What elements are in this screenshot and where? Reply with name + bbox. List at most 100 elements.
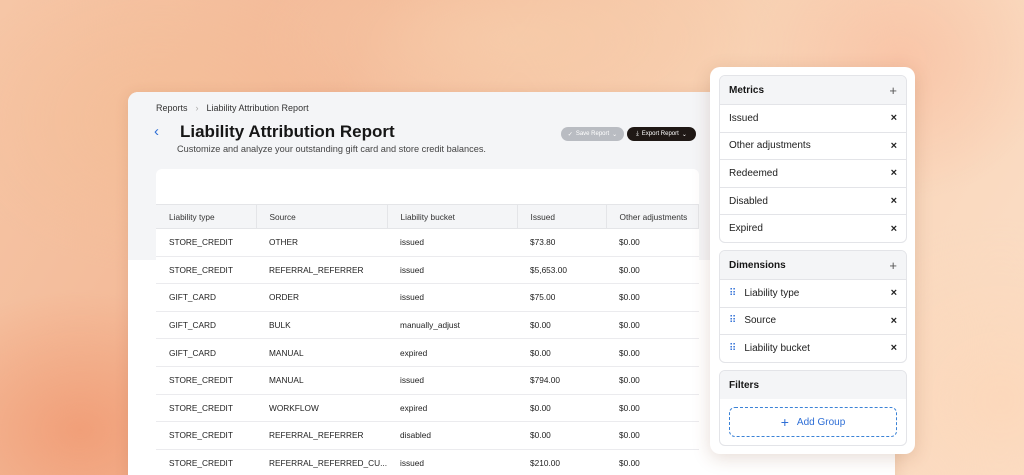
table-cell: STORE_CREDIT	[156, 421, 256, 450]
table-row[interactable]: STORE_CREDIT REFERRAL_REFERRER disabled $0.…	[156, 421, 699, 450]
plus-icon: +	[780, 414, 789, 430]
table-row[interactable]: STORE_CREDIT MANUAL issued $794.00 $0.00	[156, 366, 699, 395]
column-header[interactable]: Issued	[517, 204, 607, 229]
table-cell: $0.00	[517, 421, 607, 450]
table-row[interactable]: GIFT_CARD ORDER issued $75.00 $0.00	[156, 283, 699, 312]
table-toolbar	[156, 169, 699, 204]
close-icon[interactable]: ×	[891, 223, 897, 235]
metrics-title: Metrics	[729, 84, 765, 96]
report-settings-panel: Metrics + Issued × Other adjustments × Redee…	[710, 67, 915, 454]
table-cell: GIFT_CARD	[156, 283, 256, 312]
table-header-row: Liability type Source Liability bucket I…	[156, 204, 700, 229]
chevron-down-icon: ⌄	[612, 131, 618, 138]
close-icon[interactable]: ×	[891, 112, 897, 124]
column-header[interactable]: Source	[256, 204, 388, 229]
table-row[interactable]: GIFT_CARD BULK manually_adjust $0.00 $0.00	[156, 311, 699, 340]
table-cell: $0.00	[606, 256, 699, 285]
column-header[interactable]: Liability type	[156, 204, 257, 229]
export-report-button[interactable]: ⤓ Export Report ⌄	[627, 127, 696, 141]
table-row[interactable]: GIFT_CARD MANUAL expired $0.00 $0.00	[156, 338, 699, 367]
metric-item[interactable]: Other adjustments ×	[720, 131, 906, 160]
metric-item[interactable]: Issued ×	[720, 104, 906, 132]
dimension-label: Liability bucket	[744, 342, 810, 354]
table-cell: STORE_CREDIT	[156, 394, 256, 423]
close-icon[interactable]: ×	[891, 315, 897, 327]
dimension-item[interactable]: ⠿ Liability type ×	[720, 279, 906, 307]
table-cell: $0.00	[517, 311, 607, 340]
close-icon[interactable]: ×	[891, 342, 897, 354]
table-cell: $0.00	[606, 228, 699, 257]
table-cell: STORE_CREDIT	[156, 228, 256, 257]
plus-icon[interactable]: +	[889, 258, 897, 273]
metric-item[interactable]: Redeemed ×	[720, 159, 906, 187]
chevron-down-icon: ⌄	[681, 131, 687, 138]
table-row[interactable]: STORE_CREDIT WORKFLOW expired $0.00 $0.00	[156, 394, 699, 423]
export-report-label: Export Report	[641, 131, 679, 137]
close-icon[interactable]: ×	[891, 195, 897, 207]
add-group-label: Add Group	[796, 416, 846, 428]
breadcrumb-reports-link[interactable]: Reports	[156, 103, 188, 113]
breadcrumb-current: Liability Attribution Report	[206, 103, 309, 113]
close-icon[interactable]: ×	[891, 167, 897, 179]
table-cell: GIFT_CARD	[156, 338, 256, 367]
metric-label: Disabled	[729, 195, 768, 207]
table-cell: BULK	[256, 311, 388, 340]
breadcrumb: Reports › Liability Attribution Report	[156, 103, 309, 113]
table-cell: STORE_CREDIT	[156, 449, 256, 475]
plus-icon[interactable]: +	[889, 83, 897, 98]
metrics-header: Metrics +	[720, 76, 906, 104]
drag-handle-icon[interactable]: ⠿	[729, 315, 736, 326]
table-cell: REFERRAL_REFERRER	[256, 256, 388, 285]
dimension-item[interactable]: ⠿ Liability bucket ×	[720, 334, 906, 362]
column-header[interactable]: Liability bucket	[387, 204, 518, 229]
table-cell: $0.00	[606, 421, 699, 450]
table-cell: issued	[387, 283, 518, 312]
table-cell: WORKFLOW	[256, 394, 388, 423]
table-cell: issued	[387, 256, 518, 285]
report-table: Liability type Source Liability bucket I…	[156, 204, 700, 475]
table-cell: expired	[387, 338, 518, 367]
metrics-section: Metrics + Issued × Other adjustments × Redee…	[719, 75, 907, 243]
table-cell: $210.00	[517, 449, 607, 475]
drag-handle-icon[interactable]: ⠿	[729, 343, 736, 354]
table-cell: GIFT_CARD	[156, 311, 256, 340]
table-cell: $794.00	[517, 366, 607, 395]
add-group-button[interactable]: + Add Group	[729, 407, 897, 437]
filters-title: Filters	[729, 379, 760, 391]
table-cell: STORE_CREDIT	[156, 366, 256, 395]
dimension-item[interactable]: ⠿ Source ×	[720, 306, 906, 335]
dimensions-title: Dimensions	[729, 259, 786, 271]
table-row[interactable]: STORE_CREDIT OTHER issued $73.80 $0.00	[156, 228, 699, 257]
drag-handle-icon[interactable]: ⠿	[729, 288, 736, 299]
metric-item[interactable]: Disabled ×	[720, 186, 906, 215]
save-report-button[interactable]: ✓ Save Report ⌄	[561, 127, 624, 141]
chevron-left-icon[interactable]: ‹	[154, 123, 159, 140]
dimension-label: Liability type	[744, 287, 800, 299]
table-cell: expired	[387, 394, 518, 423]
table-cell: $0.00	[606, 311, 699, 340]
table-cell: disabled	[387, 421, 518, 450]
table-cell: REFERRAL_REFERRER	[256, 421, 388, 450]
metric-label: Redeemed	[729, 167, 778, 179]
chevron-right-icon: ›	[195, 103, 199, 113]
table-cell: $0.00	[517, 394, 607, 423]
dimensions-section: Dimensions + ⠿ Liability type × ⠿ Source × ⠿ Li…	[719, 250, 907, 363]
metric-label: Issued	[729, 112, 759, 124]
table-cell: $73.80	[517, 228, 607, 257]
metric-item[interactable]: Expired ×	[720, 214, 906, 242]
table-cell: $0.00	[517, 338, 607, 367]
table-row[interactable]: STORE_CREDIT REFERRAL_REFERRER issued $5,65…	[156, 256, 699, 285]
filters-section: Filters + Add Group	[719, 370, 907, 446]
close-icon[interactable]: ×	[891, 287, 897, 299]
dimension-label: Source	[744, 315, 777, 327]
table-cell: $5,653.00	[517, 256, 607, 285]
table-cell: REFERRAL_REFERRED_CU...	[256, 449, 388, 475]
table-cell: MANUAL	[256, 366, 388, 395]
dimensions-header: Dimensions +	[720, 251, 906, 279]
column-header[interactable]: Other adjustments	[606, 204, 700, 229]
close-icon[interactable]: ×	[891, 140, 897, 152]
table-cell: MANUAL	[256, 338, 388, 367]
table-row[interactable]: STORE_CREDIT REFERRAL_REFERRED_CU... issue…	[156, 449, 699, 475]
save-report-label: Save Report	[575, 131, 610, 137]
table-body: STORE_CREDIT OTHER issued $73.80 $0.00 STORE_…	[156, 228, 699, 475]
